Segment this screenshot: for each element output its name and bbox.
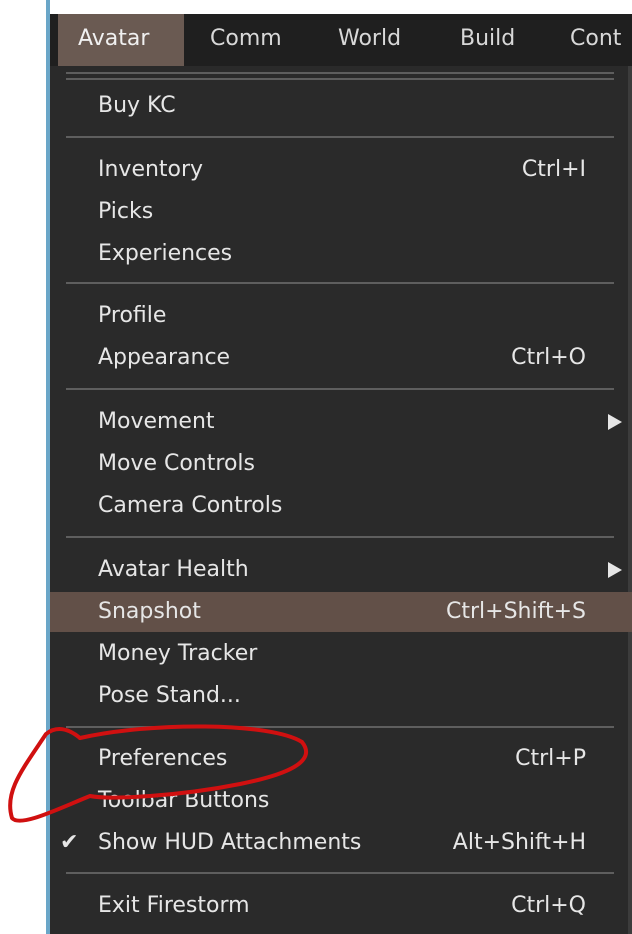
menubar-avatar-label: Avatar bbox=[78, 26, 150, 51]
menu-item-camera-controls[interactable]: Camera Controls bbox=[50, 486, 632, 526]
menubar-world-label: World bbox=[338, 26, 402, 51]
menubar-build-label: Build bbox=[460, 26, 516, 51]
menubar-comm-label: Comm bbox=[210, 26, 282, 51]
menubar-comm[interactable]: Comm bbox=[184, 14, 304, 66]
menu-separator bbox=[66, 136, 614, 138]
menu-separator bbox=[66, 726, 614, 728]
menu-separator bbox=[66, 72, 614, 74]
menu-item-inventory[interactable]: Inventory Ctrl+I bbox=[50, 150, 632, 190]
menu-separator bbox=[66, 78, 614, 80]
menu-item-picks[interactable]: Picks bbox=[50, 192, 632, 232]
menubar-content[interactable]: Cont bbox=[544, 14, 632, 66]
menu-separator bbox=[66, 282, 614, 284]
menu-item-snapshot[interactable]: Snapshot Ctrl+Shift+S bbox=[50, 592, 632, 632]
menu-item-toolbar-buttons[interactable]: Toolbar Buttons bbox=[50, 781, 632, 821]
menu-item-label: Buy KC bbox=[98, 93, 176, 118]
menu-item-label: Move Controls bbox=[98, 451, 255, 476]
menu-item-shortcut: Ctrl+Q bbox=[511, 893, 586, 918]
menu-item-money-tracker[interactable]: Money Tracker bbox=[50, 634, 632, 674]
menu-item-shortcut: Ctrl+Shift+S bbox=[446, 599, 586, 624]
menu-item-label: Avatar Health bbox=[98, 557, 249, 582]
menu-item-pose-stand[interactable]: Pose Stand... bbox=[50, 676, 632, 716]
menu-bar: Avatar Comm World Build Cont bbox=[50, 14, 632, 66]
menu-item-label: Preferences bbox=[98, 746, 228, 771]
menu-item-preferences[interactable]: Preferences Ctrl+P bbox=[50, 739, 632, 779]
menu-item-label: Profile bbox=[98, 303, 167, 328]
menu-item-label: Appearance bbox=[98, 345, 231, 370]
menu-item-profile[interactable]: Profile bbox=[50, 296, 632, 336]
menubar-avatar[interactable]: Avatar bbox=[58, 14, 184, 66]
menu-item-label: Picks bbox=[98, 199, 154, 224]
menu-item-label: Show HUD Attachments bbox=[98, 830, 362, 855]
menubar-content-label: Cont bbox=[570, 26, 622, 51]
menu-item-appearance[interactable]: Appearance Ctrl+O bbox=[50, 338, 632, 378]
menu-item-experiences[interactable]: Experiences bbox=[50, 234, 632, 274]
menu-item-exit-firestorm[interactable]: Exit Firestorm Ctrl+Q bbox=[50, 886, 632, 926]
menu-item-label: Camera Controls bbox=[98, 493, 283, 518]
menu-item-label: Movement bbox=[98, 409, 215, 434]
checkmark-icon: ✔ bbox=[60, 830, 79, 855]
menu-item-shortcut: Ctrl+P bbox=[515, 746, 586, 771]
menu-item-avatar-health[interactable]: Avatar Health bbox=[50, 550, 632, 590]
menu-separator bbox=[66, 388, 614, 390]
menu-item-move-controls[interactable]: Move Controls bbox=[50, 444, 632, 484]
menu-item-label: Pose Stand... bbox=[98, 683, 241, 708]
menu-item-movement[interactable]: Movement bbox=[50, 402, 632, 442]
menu-item-label: Exit Firestorm bbox=[98, 893, 250, 918]
menu-item-label: Money Tracker bbox=[98, 641, 258, 666]
menu-separator bbox=[66, 536, 614, 538]
avatar-dropdown-menu: Buy KC Inventory Ctrl+I Picks Experience… bbox=[50, 66, 632, 934]
menubar-world[interactable]: World bbox=[312, 14, 430, 66]
menu-item-shortcut: Ctrl+O bbox=[511, 345, 586, 370]
menu-item-shortcut: Ctrl+I bbox=[521, 157, 586, 182]
menu-item-label: Snapshot bbox=[98, 599, 201, 624]
menu-item-label: Experiences bbox=[98, 241, 233, 266]
submenu-arrow-icon bbox=[608, 414, 622, 430]
submenu-arrow-icon bbox=[608, 562, 622, 578]
menu-item-shortcut: Alt+Shift+H bbox=[452, 830, 586, 855]
menubar-build[interactable]: Build bbox=[434, 14, 540, 66]
menu-item-buy-kc[interactable]: Buy KC bbox=[50, 86, 632, 126]
menu-item-show-hud-attachments[interactable]: ✔ Show HUD Attachments Alt+Shift+H bbox=[50, 823, 632, 863]
menu-separator bbox=[66, 872, 614, 874]
menu-item-label: Toolbar Buttons bbox=[98, 788, 270, 813]
menu-item-label: Inventory bbox=[98, 157, 204, 182]
